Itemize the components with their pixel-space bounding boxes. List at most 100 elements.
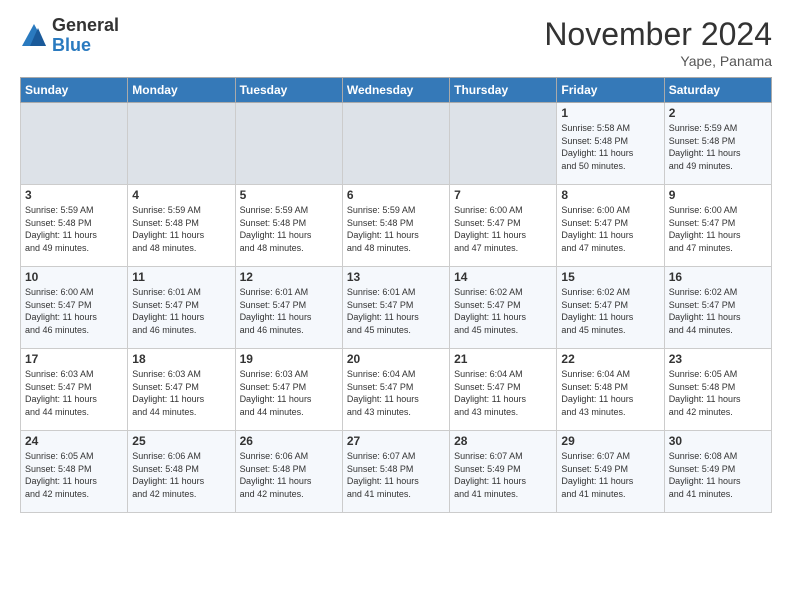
day-cell: 26 Sunrise: 6:06 AM Sunset: 5:48 PM Dayli… [235, 431, 342, 513]
day-number: 12 [240, 270, 338, 284]
day-info: Sunrise: 6:03 AM Sunset: 5:47 PM Dayligh… [25, 368, 123, 418]
day-cell: 4 Sunrise: 5:59 AM Sunset: 5:48 PM Daylig… [128, 185, 235, 267]
day-cell: 6Sunrise: 5:59 AM Sunset: 5:48 PM Daylig… [342, 185, 449, 267]
day-cell: 16 Sunrise: 6:02 AM Sunset: 5:47 PM Dayli… [664, 267, 771, 349]
day-info: Sunrise: 6:02 AM Sunset: 5:47 PM Dayligh… [454, 286, 552, 336]
day-info: Sunrise: 6:05 AM Sunset: 5:48 PM Dayligh… [25, 450, 123, 500]
day-info: Sunrise: 6:07 AM Sunset: 5:49 PM Dayligh… [454, 450, 552, 500]
day-cell: 17 Sunrise: 6:03 AM Sunset: 5:47 PM Dayli… [21, 349, 128, 431]
day-cell: 27 Sunrise: 6:07 AM Sunset: 5:48 PM Dayli… [342, 431, 449, 513]
col-wednesday: Wednesday [342, 78, 449, 103]
day-cell [450, 103, 557, 185]
title-block: November 2024 Yape, Panama [544, 16, 772, 69]
day-info: Sunrise: 6:08 AM Sunset: 5:49 PM Dayligh… [669, 450, 767, 500]
month-title: November 2024 [544, 16, 772, 53]
day-cell: 3Sunrise: 5:59 AM Sunset: 5:48 PM Daylig… [21, 185, 128, 267]
day-info: Sunrise: 5:58 AM Sunset: 5:48 PM Dayligh… [561, 122, 659, 172]
day-info: Sunrise: 5:59 AM Sunset: 5:48 PM Dayligh… [25, 204, 123, 254]
week-row-5: 24 Sunrise: 6:05 AM Sunset: 5:48 PM Dayli… [21, 431, 772, 513]
day-info: Sunrise: 6:01 AM Sunset: 5:47 PM Dayligh… [132, 286, 230, 336]
day-cell [342, 103, 449, 185]
day-cell: 7Sunrise: 6:00 AM Sunset: 5:47 PM Daylig… [450, 185, 557, 267]
day-number: 7 [454, 188, 552, 202]
day-info: Sunrise: 6:01 AM Sunset: 5:47 PM Dayligh… [347, 286, 445, 336]
col-saturday: Saturday [664, 78, 771, 103]
logo: General Blue [20, 16, 119, 56]
day-number: 29 [561, 434, 659, 448]
page: General Blue November 2024 Yape, Panama … [0, 0, 792, 523]
day-number: 23 [669, 352, 767, 366]
day-number: 8 [561, 188, 659, 202]
day-cell [128, 103, 235, 185]
day-number: 21 [454, 352, 552, 366]
day-cell: 15Sunrise: 6:02 AM Sunset: 5:47 PM Dayli… [557, 267, 664, 349]
day-info: Sunrise: 6:03 AM Sunset: 5:47 PM Dayligh… [132, 368, 230, 418]
day-info: Sunrise: 6:06 AM Sunset: 5:48 PM Dayligh… [240, 450, 338, 500]
day-cell: 10 Sunrise: 6:00 AM Sunset: 5:47 PM Dayli… [21, 267, 128, 349]
week-row-3: 10 Sunrise: 6:00 AM Sunset: 5:47 PM Dayli… [21, 267, 772, 349]
logo-general: General [52, 15, 119, 35]
day-info: Sunrise: 6:03 AM Sunset: 5:47 PM Dayligh… [240, 368, 338, 418]
day-number: 4 [132, 188, 230, 202]
logo-icon [20, 22, 48, 50]
day-number: 11 [132, 270, 230, 284]
header: General Blue November 2024 Yape, Panama [20, 16, 772, 69]
day-number: 14 [454, 270, 552, 284]
day-info: Sunrise: 5:59 AM Sunset: 5:48 PM Dayligh… [669, 122, 767, 172]
day-cell: 11 Sunrise: 6:01 AM Sunset: 5:47 PM Dayli… [128, 267, 235, 349]
col-thursday: Thursday [450, 78, 557, 103]
day-info: Sunrise: 5:59 AM Sunset: 5:48 PM Dayligh… [240, 204, 338, 254]
day-cell: 2Sunrise: 5:59 AM Sunset: 5:48 PM Daylig… [664, 103, 771, 185]
day-cell: 23Sunrise: 6:05 AM Sunset: 5:48 PM Dayli… [664, 349, 771, 431]
week-row-4: 17 Sunrise: 6:03 AM Sunset: 5:47 PM Dayli… [21, 349, 772, 431]
day-info: Sunrise: 6:07 AM Sunset: 5:48 PM Dayligh… [347, 450, 445, 500]
day-cell [21, 103, 128, 185]
day-cell [235, 103, 342, 185]
col-monday: Monday [128, 78, 235, 103]
day-number: 20 [347, 352, 445, 366]
location: Yape, Panama [544, 53, 772, 69]
day-info: Sunrise: 6:06 AM Sunset: 5:48 PM Dayligh… [132, 450, 230, 500]
day-cell: 1 Sunrise: 5:58 AM Sunset: 5:48 PM Daylig… [557, 103, 664, 185]
day-cell: 5 Sunrise: 5:59 AM Sunset: 5:48 PM Daylig… [235, 185, 342, 267]
week-row-2: 3Sunrise: 5:59 AM Sunset: 5:48 PM Daylig… [21, 185, 772, 267]
col-friday: Friday [557, 78, 664, 103]
day-cell: 13 Sunrise: 6:01 AM Sunset: 5:47 PM Dayli… [342, 267, 449, 349]
day-info: Sunrise: 6:02 AM Sunset: 5:47 PM Dayligh… [669, 286, 767, 336]
day-number: 9 [669, 188, 767, 202]
day-info: Sunrise: 6:04 AM Sunset: 5:47 PM Dayligh… [347, 368, 445, 418]
calendar-header: Sunday Monday Tuesday Wednesday Thursday… [21, 78, 772, 103]
day-info: Sunrise: 5:59 AM Sunset: 5:48 PM Dayligh… [347, 204, 445, 254]
calendar-body: 1 Sunrise: 5:58 AM Sunset: 5:48 PM Daylig… [21, 103, 772, 513]
day-number: 5 [240, 188, 338, 202]
day-info: Sunrise: 6:00 AM Sunset: 5:47 PM Dayligh… [561, 204, 659, 254]
day-number: 30 [669, 434, 767, 448]
day-number: 27 [347, 434, 445, 448]
day-number: 17 [25, 352, 123, 366]
day-number: 15 [561, 270, 659, 284]
day-cell: 14 Sunrise: 6:02 AM Sunset: 5:47 PM Dayli… [450, 267, 557, 349]
day-info: Sunrise: 5:59 AM Sunset: 5:48 PM Dayligh… [132, 204, 230, 254]
day-number: 22 [561, 352, 659, 366]
day-number: 16 [669, 270, 767, 284]
day-number: 24 [25, 434, 123, 448]
day-cell: 28 Sunrise: 6:07 AM Sunset: 5:49 PM Dayli… [450, 431, 557, 513]
day-cell: 18Sunrise: 6:03 AM Sunset: 5:47 PM Dayli… [128, 349, 235, 431]
day-number: 28 [454, 434, 552, 448]
day-cell: 9 Sunrise: 6:00 AM Sunset: 5:47 PM Daylig… [664, 185, 771, 267]
day-cell: 25 Sunrise: 6:06 AM Sunset: 5:48 PM Dayli… [128, 431, 235, 513]
day-number: 10 [25, 270, 123, 284]
day-number: 1 [561, 106, 659, 120]
day-cell: 24 Sunrise: 6:05 AM Sunset: 5:48 PM Dayli… [21, 431, 128, 513]
logo-text: General Blue [52, 16, 119, 56]
day-number: 25 [132, 434, 230, 448]
day-info: Sunrise: 6:00 AM Sunset: 5:47 PM Dayligh… [25, 286, 123, 336]
day-cell: 30 Sunrise: 6:08 AM Sunset: 5:49 PM Dayli… [664, 431, 771, 513]
day-number: 26 [240, 434, 338, 448]
day-info: Sunrise: 6:00 AM Sunset: 5:47 PM Dayligh… [669, 204, 767, 254]
day-info: Sunrise: 6:07 AM Sunset: 5:49 PM Dayligh… [561, 450, 659, 500]
day-info: Sunrise: 6:04 AM Sunset: 5:48 PM Dayligh… [561, 368, 659, 418]
day-cell: 21Sunrise: 6:04 AM Sunset: 5:47 PM Dayli… [450, 349, 557, 431]
day-number: 19 [240, 352, 338, 366]
day-number: 13 [347, 270, 445, 284]
